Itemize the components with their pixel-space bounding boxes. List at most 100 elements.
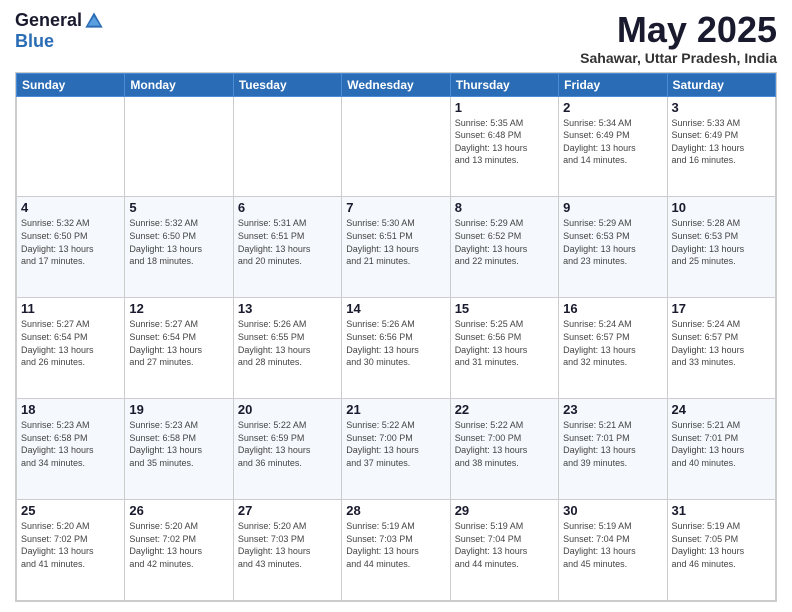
calendar-cell: 16 Sunrise: 5:24 AMSunset: 6:57 PMDayligh… xyxy=(559,298,667,399)
day-number: 20 xyxy=(238,402,337,417)
calendar-cell: 4Sunrise: 5:32 AMSunset: 6:50 PMDaylight… xyxy=(17,197,125,298)
day-info: Sunrise: 5:26 AMSunset: 6:55 PMDaylight:… xyxy=(238,318,337,368)
calendar-cell: 8 Sunrise: 5:29 AMSunset: 6:52 PMDaylight… xyxy=(450,197,558,298)
day-number: 15 xyxy=(455,301,554,316)
day-number: 27 xyxy=(238,503,337,518)
calendar-cell xyxy=(125,96,233,197)
calendar-cell xyxy=(17,96,125,197)
day-info: Sunrise: 5:23 AMSunset: 6:58 PMDaylight:… xyxy=(21,419,120,469)
day-number: 29 xyxy=(455,503,554,518)
calendar-table: Sunday Monday Tuesday Wednesday Thursday… xyxy=(16,73,776,601)
day-info: Sunrise: 5:30 AMSunset: 6:51 PMDaylight:… xyxy=(346,217,445,267)
calendar-cell: 28Sunrise: 5:19 AMSunset: 7:03 PMDayligh… xyxy=(342,500,450,601)
day-info: Sunrise: 5:22 AMSunset: 7:00 PMDaylight:… xyxy=(455,419,554,469)
day-number: 7 xyxy=(346,200,445,215)
col-tuesday: Tuesday xyxy=(233,73,341,96)
calendar-body: 1 Sunrise: 5:35 AMSunset: 6:48 PMDaylight… xyxy=(17,96,776,600)
calendar-cell: 31Sunrise: 5:19 AMSunset: 7:05 PMDayligh… xyxy=(667,500,775,601)
calendar: Sunday Monday Tuesday Wednesday Thursday… xyxy=(15,72,777,602)
header: General Blue May 2025 Sahawar, Uttar Pra… xyxy=(15,10,777,66)
calendar-week-1: 1 Sunrise: 5:35 AMSunset: 6:48 PMDaylight… xyxy=(17,96,776,197)
calendar-cell: 5 Sunrise: 5:32 AMSunset: 6:50 PMDaylight… xyxy=(125,197,233,298)
col-sunday: Sunday xyxy=(17,73,125,96)
col-wednesday: Wednesday xyxy=(342,73,450,96)
day-number: 8 xyxy=(455,200,554,215)
day-info: Sunrise: 5:19 AMSunset: 7:04 PMDaylight:… xyxy=(563,520,662,570)
day-info: Sunrise: 5:27 AMSunset: 6:54 PMDaylight:… xyxy=(21,318,120,368)
calendar-cell: 10Sunrise: 5:28 AMSunset: 6:53 PMDayligh… xyxy=(667,197,775,298)
calendar-cell xyxy=(342,96,450,197)
page: General Blue May 2025 Sahawar, Uttar Pra… xyxy=(0,0,792,612)
logo-general: General xyxy=(15,10,82,31)
day-number: 22 xyxy=(455,402,554,417)
logo-text: General xyxy=(15,10,104,31)
calendar-cell: 26Sunrise: 5:20 AMSunset: 7:02 PMDayligh… xyxy=(125,500,233,601)
calendar-cell xyxy=(233,96,341,197)
day-number: 12 xyxy=(129,301,228,316)
day-info: Sunrise: 5:24 AMSunset: 6:57 PMDaylight:… xyxy=(563,318,662,368)
logo: General Blue xyxy=(15,10,104,52)
col-saturday: Saturday xyxy=(667,73,775,96)
day-info: Sunrise: 5:34 AMSunset: 6:49 PMDaylight:… xyxy=(563,117,662,167)
calendar-header: Sunday Monday Tuesday Wednesday Thursday… xyxy=(17,73,776,96)
calendar-week-4: 18 Sunrise: 5:23 AMSunset: 6:58 PMDayligh… xyxy=(17,399,776,500)
calendar-cell: 29 Sunrise: 5:19 AMSunset: 7:04 PMDayligh… xyxy=(450,500,558,601)
calendar-cell: 17 Sunrise: 5:24 AMSunset: 6:57 PMDayligh… xyxy=(667,298,775,399)
day-info: Sunrise: 5:25 AMSunset: 6:56 PMDaylight:… xyxy=(455,318,554,368)
calendar-week-5: 25Sunrise: 5:20 AMSunset: 7:02 PMDayligh… xyxy=(17,500,776,601)
col-monday: Monday xyxy=(125,73,233,96)
header-row: Sunday Monday Tuesday Wednesday Thursday… xyxy=(17,73,776,96)
day-info: Sunrise: 5:26 AMSunset: 6:56 PMDaylight:… xyxy=(346,318,445,368)
calendar-cell: 27Sunrise: 5:20 AMSunset: 7:03 PMDayligh… xyxy=(233,500,341,601)
calendar-cell: 11Sunrise: 5:27 AMSunset: 6:54 PMDayligh… xyxy=(17,298,125,399)
day-number: 31 xyxy=(672,503,771,518)
day-number: 2 xyxy=(563,100,662,115)
day-number: 14 xyxy=(346,301,445,316)
calendar-cell: 24Sunrise: 5:21 AMSunset: 7:01 PMDayligh… xyxy=(667,399,775,500)
day-info: Sunrise: 5:24 AMSunset: 6:57 PMDaylight:… xyxy=(672,318,771,368)
title-area: May 2025 Sahawar, Uttar Pradesh, India xyxy=(580,10,777,66)
day-info: Sunrise: 5:33 AMSunset: 6:49 PMDaylight:… xyxy=(672,117,771,167)
day-number: 19 xyxy=(129,402,228,417)
calendar-week-2: 4 Sunrise: 5:32 AMSunset: 6:50 PMDaylight… xyxy=(17,197,776,298)
day-info: Sunrise: 5:20 AMSunset: 7:02 PMDaylight:… xyxy=(21,520,120,570)
day-number: 4 xyxy=(21,200,120,215)
calendar-cell: 14 Sunrise: 5:26 AMSunset: 6:56 PMDayligh… xyxy=(342,298,450,399)
calendar-cell: 12Sunrise: 5:27 AMSunset: 6:54 PMDayligh… xyxy=(125,298,233,399)
location-subtitle: Sahawar, Uttar Pradesh, India xyxy=(580,50,777,66)
day-number: 13 xyxy=(238,301,337,316)
day-number: 30 xyxy=(563,503,662,518)
day-number: 16 xyxy=(563,301,662,316)
calendar-cell: 25Sunrise: 5:20 AMSunset: 7:02 PMDayligh… xyxy=(17,500,125,601)
calendar-cell: 19 Sunrise: 5:23 AMSunset: 6:58 PMDayligh… xyxy=(125,399,233,500)
day-info: Sunrise: 5:28 AMSunset: 6:53 PMDaylight:… xyxy=(672,217,771,267)
day-info: Sunrise: 5:21 AMSunset: 7:01 PMDaylight:… xyxy=(672,419,771,469)
calendar-cell: 18 Sunrise: 5:23 AMSunset: 6:58 PMDayligh… xyxy=(17,399,125,500)
calendar-cell: 1 Sunrise: 5:35 AMSunset: 6:48 PMDaylight… xyxy=(450,96,558,197)
day-info: Sunrise: 5:19 AMSunset: 7:04 PMDaylight:… xyxy=(455,520,554,570)
calendar-cell: 21Sunrise: 5:22 AMSunset: 7:00 PMDayligh… xyxy=(342,399,450,500)
day-number: 26 xyxy=(129,503,228,518)
day-info: Sunrise: 5:35 AMSunset: 6:48 PMDaylight:… xyxy=(455,117,554,167)
calendar-cell: 13 Sunrise: 5:26 AMSunset: 6:55 PMDayligh… xyxy=(233,298,341,399)
calendar-cell: 23Sunrise: 5:21 AMSunset: 7:01 PMDayligh… xyxy=(559,399,667,500)
month-title: May 2025 xyxy=(580,10,777,50)
day-info: Sunrise: 5:22 AMSunset: 7:00 PMDaylight:… xyxy=(346,419,445,469)
calendar-cell: 7 Sunrise: 5:30 AMSunset: 6:51 PMDaylight… xyxy=(342,197,450,298)
calendar-cell: 3Sunrise: 5:33 AMSunset: 6:49 PMDaylight… xyxy=(667,96,775,197)
calendar-cell: 30 Sunrise: 5:19 AMSunset: 7:04 PMDayligh… xyxy=(559,500,667,601)
day-info: Sunrise: 5:32 AMSunset: 6:50 PMDaylight:… xyxy=(129,217,228,267)
day-info: Sunrise: 5:23 AMSunset: 6:58 PMDaylight:… xyxy=(129,419,228,469)
day-number: 17 xyxy=(672,301,771,316)
day-number: 18 xyxy=(21,402,120,417)
day-info: Sunrise: 5:29 AMSunset: 6:52 PMDaylight:… xyxy=(455,217,554,267)
day-info: Sunrise: 5:29 AMSunset: 6:53 PMDaylight:… xyxy=(563,217,662,267)
day-number: 1 xyxy=(455,100,554,115)
calendar-cell: 2 Sunrise: 5:34 AMSunset: 6:49 PMDaylight… xyxy=(559,96,667,197)
day-info: Sunrise: 5:19 AMSunset: 7:03 PMDaylight:… xyxy=(346,520,445,570)
calendar-cell: 15 Sunrise: 5:25 AMSunset: 6:56 PMDayligh… xyxy=(450,298,558,399)
day-info: Sunrise: 5:31 AMSunset: 6:51 PMDaylight:… xyxy=(238,217,337,267)
day-number: 5 xyxy=(129,200,228,215)
day-number: 9 xyxy=(563,200,662,215)
day-number: 23 xyxy=(563,402,662,417)
